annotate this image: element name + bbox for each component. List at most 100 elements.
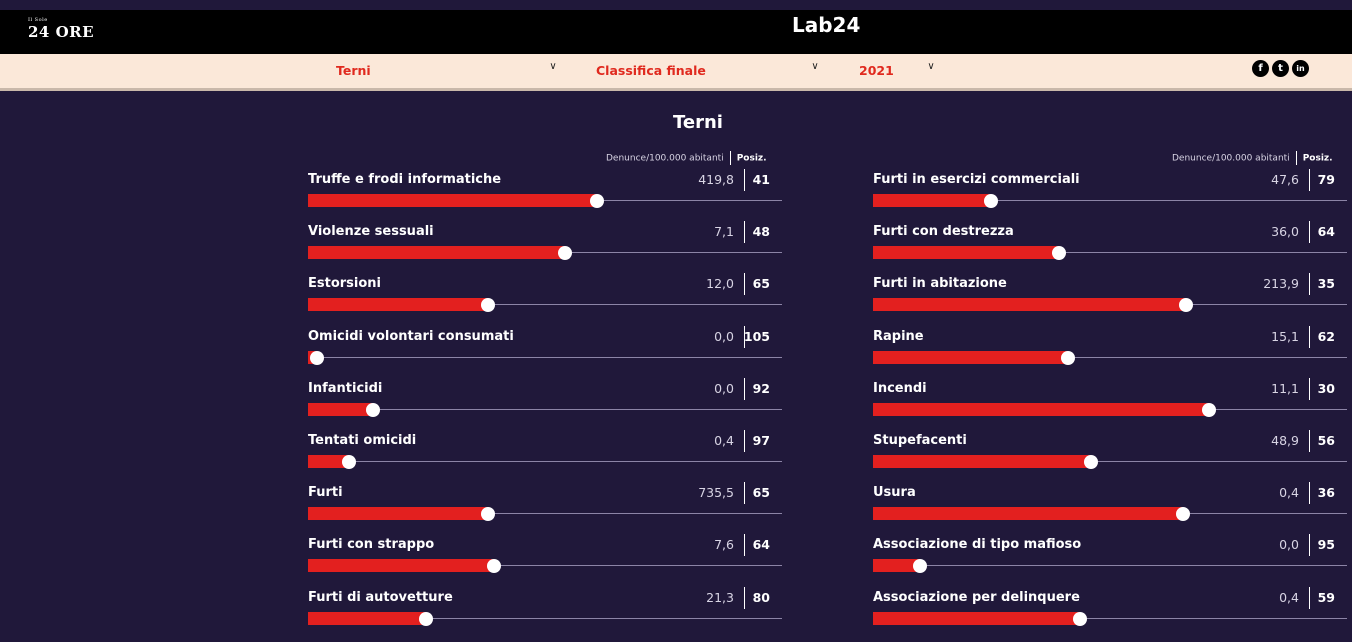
indicator-knob[interactable] xyxy=(590,194,604,208)
value-separator xyxy=(744,169,745,191)
indicator-row[interactable]: Furti di autovetture 21,3 80 xyxy=(308,586,782,642)
chevron-down-icon[interactable]: ∨ xyxy=(546,60,560,74)
indicator-value: 0,4 xyxy=(1279,589,1299,605)
indicator-position: 65 xyxy=(752,485,770,501)
indicator-knob[interactable] xyxy=(1084,455,1098,469)
indicator-bar xyxy=(308,246,565,260)
indicator-value: 0,0 xyxy=(714,328,734,344)
indicator-position: 92 xyxy=(752,380,770,396)
indicator-bar xyxy=(873,507,1183,521)
indicator-value: 21,3 xyxy=(706,589,734,605)
indicator-knob[interactable] xyxy=(342,455,356,469)
indicator-position: 64 xyxy=(1317,224,1335,240)
indicator-knob[interactable] xyxy=(1073,611,1087,626)
value-separator xyxy=(744,482,745,505)
indicator-row[interactable]: Furti con destrezza 36,0 64 xyxy=(873,221,1347,276)
indicator-value: 7,1 xyxy=(714,224,734,240)
indicator-row[interactable]: Infanticidi 0,0 92 xyxy=(308,377,782,433)
value-separator xyxy=(1309,482,1310,505)
indicator-label: Incendi xyxy=(873,380,927,396)
indicator-position: 56 xyxy=(1317,433,1335,448)
top-header: Il Sole 24 ORE Lab24 xyxy=(0,10,1352,54)
indicator-label: Omicidi volontari consumati xyxy=(308,328,514,344)
indicator-row[interactable]: Tentati omicidi 0,4 97 xyxy=(308,430,782,485)
indicator-value: 0,4 xyxy=(714,433,734,448)
indicator-row[interactable]: Violenze sessuali 7,1 48 xyxy=(308,221,782,276)
indicator-row[interactable]: Rapine 15,1 62 xyxy=(873,325,1347,381)
indicator-value: 0,4 xyxy=(1279,485,1299,501)
indicator-knob[interactable] xyxy=(481,298,495,313)
indicator-knob[interactable] xyxy=(487,559,501,574)
year-select[interactable]: 2021 xyxy=(859,63,894,81)
value-separator xyxy=(1309,169,1310,191)
indicator-position: 95 xyxy=(1317,537,1335,553)
indicator-value: 15,1 xyxy=(1271,328,1299,344)
value-separator xyxy=(1309,221,1310,244)
indicator-knob[interactable] xyxy=(310,350,324,365)
indicator-label: Furti con strappo xyxy=(308,537,435,553)
indicator-knob[interactable] xyxy=(913,559,927,574)
indicator-position: 62 xyxy=(1317,328,1335,344)
position-header: Posiz. xyxy=(736,153,767,164)
indicator-value: 12,0 xyxy=(706,276,734,292)
indicator-knob[interactable] xyxy=(419,611,433,626)
indicator-knob[interactable] xyxy=(481,507,495,522)
chevron-down-icon[interactable]: ∨ xyxy=(808,60,822,74)
value-separator xyxy=(744,430,745,452)
right-column-header: Denunce/100.000 abitanti Posiz. xyxy=(1172,151,1333,165)
sole24ore-logo[interactable]: Il Sole 24 ORE xyxy=(28,17,95,41)
indicator-label: Violenze sessuali xyxy=(308,224,434,240)
twitter-icon[interactable]: t xyxy=(1272,60,1289,77)
indicator-row[interactable]: Truffe e frodi informatiche 419,8 41 xyxy=(308,169,782,224)
indicator-position: 105 xyxy=(743,328,770,344)
value-separator xyxy=(1309,430,1310,452)
indicator-knob[interactable] xyxy=(1061,350,1075,365)
indicator-row[interactable]: Usura 0,4 36 xyxy=(873,482,1347,537)
indicator-row[interactable]: Furti 735,5 65 xyxy=(308,482,782,537)
linkedin-icon[interactable]: in xyxy=(1292,60,1309,77)
indicator-row[interactable]: Associazione per delinquere 0,4 59 xyxy=(873,586,1347,642)
chevron-down-icon[interactable]: ∨ xyxy=(924,60,938,74)
indicator-bar xyxy=(873,455,1091,468)
indicator-value: 7,6 xyxy=(714,537,734,553)
indicator-label: Usura xyxy=(873,485,916,501)
indicator-track xyxy=(308,356,782,358)
indicator-position: 64 xyxy=(752,537,770,553)
indicator-row[interactable]: Estorsioni 12,0 65 xyxy=(308,273,782,328)
indicator-value: 735,5 xyxy=(698,485,734,501)
indicator-position: 48 xyxy=(752,224,770,240)
indicator-row[interactable]: Furti in esercizi commerciali 47,6 79 xyxy=(873,169,1347,224)
indicator-row[interactable]: Furti in abitazione 213,9 35 xyxy=(873,273,1347,328)
ranking-select[interactable]: Classifica finale xyxy=(596,63,706,81)
indicator-position: 80 xyxy=(752,589,770,605)
indicator-position: 30 xyxy=(1317,380,1335,396)
indicator-row[interactable]: Omicidi volontari consumati 0,0 105 xyxy=(308,325,782,381)
indicator-knob[interactable] xyxy=(984,194,998,208)
facebook-icon[interactable]: f xyxy=(1252,60,1269,77)
indicator-label: Associazione di tipo mafioso xyxy=(873,537,1082,553)
indicator-knob[interactable] xyxy=(558,246,572,261)
left-column-header: Denunce/100.000 abitanti Posiz. xyxy=(606,151,767,165)
indicator-track xyxy=(873,565,1347,567)
indicator-label: Furti con destrezza xyxy=(873,224,1014,240)
indicator-bar xyxy=(873,194,991,207)
indicator-row[interactable]: Incendi 11,1 30 xyxy=(873,377,1347,433)
metric-header: Denunce/100.000 abitanti xyxy=(1172,153,1290,164)
indicator-position: 79 xyxy=(1317,172,1335,187)
indicator-row[interactable]: Stupefacenti 48,9 56 xyxy=(873,430,1347,485)
indicator-label: Associazione per delinquere xyxy=(873,589,1080,605)
brand-text: 24 ORE xyxy=(28,23,95,41)
indicator-knob[interactable] xyxy=(1176,507,1190,522)
indicator-knob[interactable] xyxy=(1179,298,1193,313)
indicator-row[interactable]: Associazione di tipo mafioso 0,0 95 xyxy=(873,534,1347,589)
indicator-knob[interactable] xyxy=(1202,402,1216,417)
indicator-row[interactable]: Furti con strappo 7,6 64 xyxy=(308,534,782,589)
indicator-knob[interactable] xyxy=(366,402,380,417)
value-separator xyxy=(1309,586,1310,609)
city-select[interactable]: Terni xyxy=(336,63,371,81)
value-separator xyxy=(744,377,745,400)
indicator-knob[interactable] xyxy=(1052,246,1066,261)
indicator-position: 59 xyxy=(1317,589,1335,605)
lab24-logo[interactable]: Lab24 xyxy=(792,13,860,37)
indicator-value: 11,1 xyxy=(1271,380,1299,396)
